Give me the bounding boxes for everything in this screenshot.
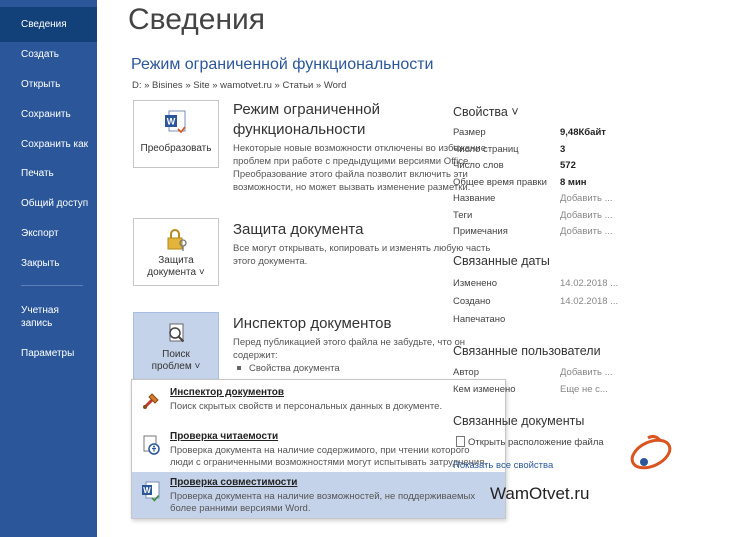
title-field[interactable]: Добавить ... (560, 193, 613, 204)
people-label: Кем изменено (453, 384, 516, 395)
watermark-text: WamOtvet.ru (490, 484, 590, 503)
prop-label: Примечания (453, 226, 508, 237)
nav-divider (21, 285, 83, 286)
people-value: Еще не с... (560, 384, 608, 395)
prop-label: Теги (453, 210, 473, 221)
prop-value: 3 (560, 144, 566, 155)
related-dates-heading: Связанные даты (453, 254, 550, 268)
prop-label: Число страниц (453, 144, 519, 155)
folder-file-icon (456, 436, 465, 447)
nav-item-export[interactable]: Экспорт (0, 227, 97, 240)
watermark-logo-icon (630, 434, 672, 470)
compat-section-desc: Некоторые новые возможности отключены во… (233, 143, 486, 193)
lock-key-icon (167, 229, 187, 251)
svg-text:W: W (167, 117, 176, 127)
protect-section-title: Защита документа (233, 221, 364, 238)
nav-item-save[interactable]: Сохранить (0, 108, 97, 121)
nav-item-new[interactable]: Создать (0, 48, 97, 61)
inspect-document-icon (169, 323, 185, 343)
date-label: Изменено (453, 278, 498, 289)
menu-item-inspect-title: Инспектор документов (170, 387, 285, 398)
nav-item-save-as[interactable]: Сохранить как (0, 138, 97, 151)
check-for-issues-label: Поиск проблем ˅ (151, 349, 201, 372)
menu-item-compatibility-desc: Проверка документа на наличие возможност… (170, 491, 476, 514)
nav-item-options[interactable]: Параметры (0, 347, 97, 360)
page-title: Сведения (128, 3, 266, 36)
menu-item-compatibility[interactable]: W Проверка совместимости Проверка докуме… (132, 472, 505, 518)
nav-item-open[interactable]: Открыть (0, 78, 97, 91)
date-label: Напечатано (453, 314, 506, 325)
inspect-bullet: Свойства документа (237, 363, 340, 374)
prop-value: 9,48Кбайт (560, 127, 606, 138)
nav-item-print[interactable]: Печать (0, 167, 97, 180)
check-for-issues-menu: Инспектор документов Поиск скрытых свойс… (131, 379, 506, 519)
compat-section-title: Режим ограниченной функциональности (233, 101, 381, 138)
compatibility-mode-subtitle: Режим ограниченной функциональности (131, 56, 434, 73)
prop-value: 572 (560, 160, 576, 171)
protect-document-button[interactable]: Защита документа ˅ (133, 218, 219, 286)
bullet-square-icon (237, 366, 241, 371)
protect-section-desc: Все могут открывать, копировать и изменя… (233, 243, 491, 267)
check-for-issues-button[interactable]: Поиск проблем ˅ (133, 312, 219, 380)
people-label: Автор (453, 367, 479, 378)
nav-item-close[interactable]: Закрыть (0, 257, 97, 270)
word-convert-icon: W (165, 110, 186, 134)
comments-field[interactable]: Добавить ... (560, 226, 613, 237)
protect-document-label: Защита документа ˅ (147, 255, 205, 278)
related-people-heading: Связанные пользователи (453, 344, 601, 358)
open-file-location-link[interactable]: Открыть расположение файла (468, 437, 604, 448)
properties-dropdown[interactable]: Свойства ˅ (453, 105, 519, 119)
nav-item-info[interactable]: Сведения (0, 7, 97, 42)
date-value: 14.02.2018 ... (560, 296, 619, 307)
tags-field[interactable]: Добавить ... (560, 210, 613, 221)
nav-item-account[interactable]: Учетная запись (0, 304, 97, 330)
inspect-brush-icon (142, 393, 159, 410)
menu-item-compatibility-title: Проверка совместимости (170, 477, 298, 488)
show-all-properties-link[interactable]: Показать все свойства (453, 460, 553, 471)
convert-button-label: Преобразовать (140, 143, 212, 154)
prop-value: 8 мин (560, 177, 587, 188)
compatibility-check-icon: W (142, 481, 160, 502)
file-path: D: » Bisines » Site » wamotvet.ru » Стат… (132, 80, 347, 91)
menu-item-accessibility-desc: Проверка документа на наличие содержимог… (170, 445, 488, 468)
inspect-section-title: Инспектор документов (233, 315, 392, 332)
accessibility-check-icon (143, 435, 160, 455)
backstage-nav: Сведения Создать Открыть Сохранить Сохра… (0, 0, 97, 537)
prop-label: Название (453, 193, 496, 204)
menu-item-accessibility-title: Проверка читаемости (170, 431, 279, 442)
menu-item-accessibility[interactable]: Проверка читаемости Проверка документа н… (132, 426, 505, 472)
prop-label: Общее время правки (453, 177, 547, 188)
prop-label: Размер (453, 127, 486, 138)
inspect-bullet-text: Свойства документа (249, 363, 340, 374)
menu-item-inspect-document[interactable]: Инспектор документов Поиск скрытых свойс… (132, 382, 505, 426)
nav-item-share[interactable]: Общий доступ (0, 197, 97, 210)
inspect-section-desc: Перед публикацией этого файла не забудьт… (233, 337, 466, 361)
author-field[interactable]: Добавить ... (560, 367, 613, 378)
svg-text:W: W (143, 486, 151, 495)
related-documents-heading: Связанные документы (453, 414, 585, 428)
date-value: 14.02.2018 ... (560, 278, 619, 289)
date-label: Создано (453, 296, 491, 307)
menu-item-inspect-desc: Поиск скрытых свойств и персональных дан… (170, 401, 443, 412)
prop-label: Число слов (453, 160, 504, 171)
convert-button[interactable]: W Преобразовать (133, 100, 219, 168)
